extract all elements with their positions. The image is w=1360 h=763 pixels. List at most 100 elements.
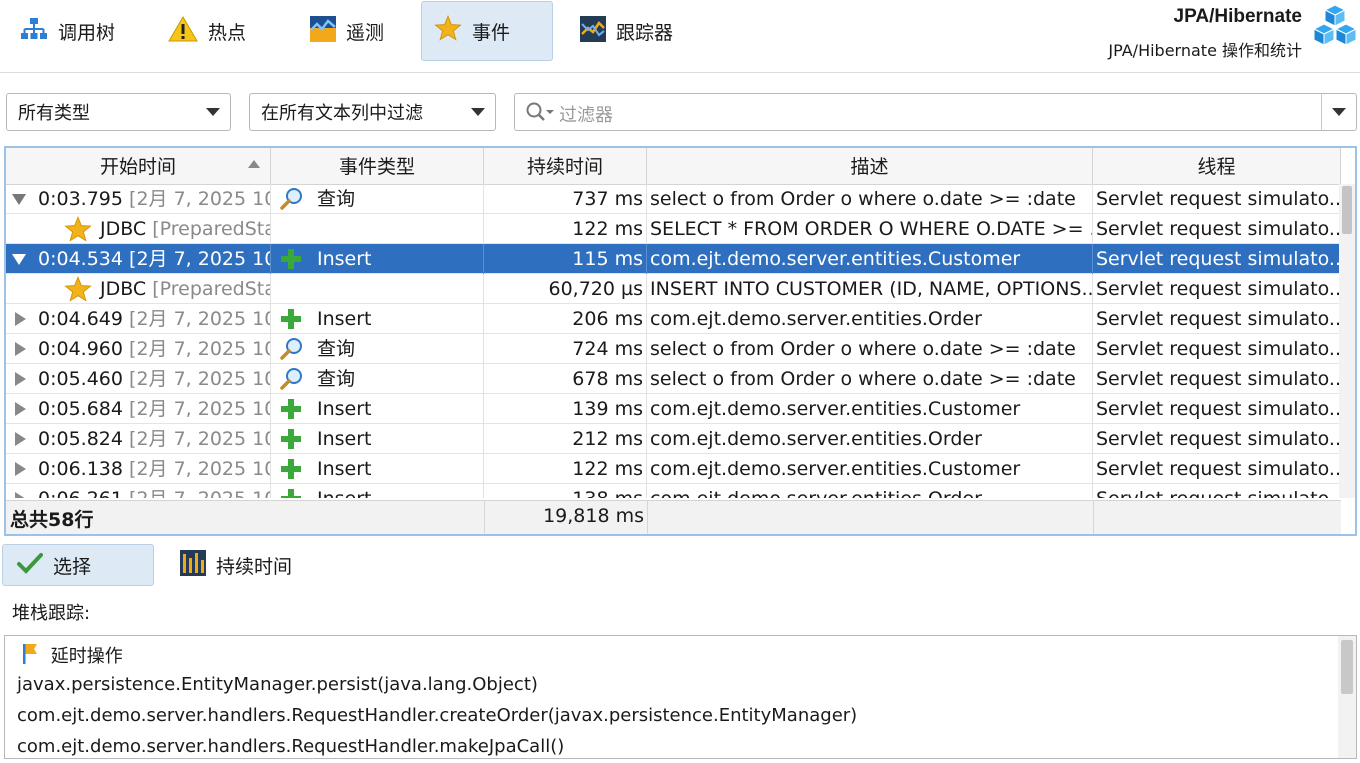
row-event-type: Insert: [317, 428, 372, 450]
row-start-text: 0:04.960 [2月 7, 2025 10...: [38, 334, 270, 364]
total-duration: 19,818 ms: [543, 505, 644, 527]
stack-scrollbar[interactable]: [1338, 636, 1356, 758]
cell-start-time: 0:03.795 [2月 7, 2025 10...: [6, 184, 271, 214]
row-start-text: 0:03.795 [2月 7, 2025 10...: [38, 184, 270, 214]
cell-thread: Servlet request simulato...: [1093, 454, 1341, 484]
cell-description: select o from Order o where o.date >= :d…: [647, 364, 1093, 394]
row-event-type: 查询: [317, 368, 356, 390]
column-header-duration[interactable]: 持续时间: [484, 148, 647, 184]
search-icon[interactable]: [525, 101, 555, 127]
row-start-date: [2月 7, 2025 10...: [129, 308, 270, 330]
tab-events[interactable]: 事件: [421, 1, 553, 61]
row-start-text: 0:05.824 [2月 7, 2025 10...: [38, 424, 270, 454]
row-start-text: 0:04.649 [2月 7, 2025 10...: [38, 304, 270, 334]
table-row[interactable]: 0:05.460 [2月 7, 2025 10... 查询 678 msselect…: [6, 364, 1341, 394]
tab-duration[interactable]: 持续时间: [166, 544, 316, 586]
footer-divider: [1093, 501, 1094, 534]
insert-plus-icon: [279, 397, 303, 424]
filter-input[interactable]: 过滤器: [514, 93, 1357, 131]
row-event-name: JDBC: [100, 218, 147, 240]
cell-description: select o from Order o where o.date >= :d…: [647, 184, 1093, 214]
expand-open-icon[interactable]: [12, 194, 26, 205]
cell-event-type: Insert: [271, 484, 484, 498]
tab-trackers[interactable]: 跟踪器: [568, 2, 698, 60]
row-event-type: 查询: [317, 338, 356, 360]
cell-event-type: 查询: [271, 334, 484, 364]
table-row-child[interactable]: JDBC [PreparedStatement执行] 122 msSELECT *…: [6, 214, 1341, 244]
table-row-child[interactable]: JDBC [PreparedStatement执行] 60,720 µsINSER…: [6, 274, 1341, 304]
call-tree-icon: [20, 17, 48, 46]
insert-plus-icon: [279, 427, 303, 454]
expand-open-icon[interactable]: [12, 254, 26, 265]
column-header-thread[interactable]: 线程: [1093, 148, 1341, 184]
filter-scope-select-value: 在所有文本列中过滤: [261, 103, 423, 124]
row-start-time: 0:05.684: [38, 398, 123, 420]
tab-selection-label: 选择: [53, 555, 92, 578]
expand-closed-icon[interactable]: [15, 432, 26, 446]
stack-frame[interactable]: javax.persistence.EntityManager.persist(…: [17, 674, 538, 695]
row-event-type: Insert: [317, 458, 372, 480]
filter-history-dropdown-icon[interactable]: [1332, 108, 1346, 116]
row-start-time: 0:06.138: [38, 458, 123, 480]
cell-thread: Servlet request simulato...: [1093, 364, 1341, 394]
expand-closed-icon[interactable]: [15, 492, 26, 498]
cell-start-time: JDBC [PreparedStatement执行]: [6, 214, 271, 244]
expand-closed-icon[interactable]: [15, 402, 26, 416]
table-footer: 总共58行 19,818 ms: [6, 500, 1341, 534]
table-scrollbar[interactable]: [1339, 184, 1355, 498]
telemetry-icon: [310, 15, 336, 47]
stack-frame-text: 延时操作: [50, 646, 123, 667]
tab-call-tree[interactable]: 调用树: [8, 2, 138, 60]
table-row[interactable]: 0:04.960 [2月 7, 2025 10... 查询 724 msselect…: [6, 334, 1341, 364]
column-header-start-time[interactable]: 开始时间: [6, 148, 271, 184]
column-header-event-type[interactable]: 事件类型: [271, 148, 484, 184]
expand-closed-icon[interactable]: [15, 342, 26, 356]
tab-selection[interactable]: 选择: [2, 544, 154, 586]
row-start-text: 0:04.534 [2月 7, 2025 10...: [38, 244, 270, 274]
tab-telemetry[interactable]: 遥测: [298, 2, 408, 60]
expand-closed-icon[interactable]: [15, 462, 26, 476]
filter-scope-select[interactable]: 在所有文本列中过滤: [249, 93, 496, 131]
expand-closed-icon[interactable]: [15, 372, 26, 386]
stack-trace-label: 堆栈跟踪:: [12, 603, 91, 624]
cell-start-time: 0:06.261 [2月 7, 2025 10...: [6, 484, 271, 498]
column-header-label: 开始时间: [99, 156, 176, 178]
tab-telemetry-label: 遥测: [346, 21, 385, 44]
tab-call-tree-label: 调用树: [58, 21, 116, 44]
tab-duration-label: 持续时间: [216, 555, 293, 578]
table-row[interactable]: 0:06.138 [2月 7, 2025 10... Insert 122 msco…: [6, 454, 1341, 484]
row-start-time: 0:04.534: [38, 248, 123, 270]
table-row[interactable]: 0:04.649 [2月 7, 2025 10... Insert 206 msco…: [6, 304, 1341, 334]
cell-thread: Servlet request simulato...: [1093, 274, 1341, 304]
table-row[interactable]: 0:04.534 [2月 7, 2025 10... Insert 115 msco…: [6, 244, 1341, 274]
cell-duration: 115 ms: [484, 244, 647, 274]
table-row[interactable]: 0:06.261 [2月 7, 2025 10... Insert 138 msco…: [6, 484, 1341, 498]
stack-scrollbar-thumb[interactable]: [1341, 640, 1353, 694]
cell-event-type: Insert: [271, 394, 484, 424]
cell-event-type: [271, 214, 484, 244]
expand-closed-icon[interactable]: [15, 312, 26, 326]
stack-frame[interactable]: com.ejt.demo.server.handlers.RequestHand…: [17, 736, 564, 757]
query-icon: [279, 187, 305, 214]
chevron-down-icon: [471, 108, 485, 116]
total-rows: 总共58行: [10, 505, 93, 532]
tab-hotspots[interactable]: 热点: [156, 2, 266, 60]
flag-icon: [21, 643, 39, 670]
cell-description: SELECT * FROM ORDER O WHERE O.DATE >= ..…: [647, 214, 1093, 244]
table-scrollbar-thumb[interactable]: [1342, 186, 1352, 234]
cell-event-type: Insert: [271, 304, 484, 334]
stack-frame[interactable]: com.ejt.demo.server.handlers.RequestHand…: [17, 705, 857, 726]
column-header-description[interactable]: 描述: [647, 148, 1093, 184]
cell-thread: Servlet request simulato...: [1093, 244, 1341, 274]
table-row[interactable]: 0:05.684 [2月 7, 2025 10... Insert 139 msco…: [6, 394, 1341, 424]
cell-start-time: 0:04.534 [2月 7, 2025 10...: [6, 244, 271, 274]
table-row[interactable]: 0:03.795 [2月 7, 2025 10... 查询 737 msselect…: [6, 184, 1341, 214]
table-row[interactable]: 0:05.824 [2月 7, 2025 10... Insert 212 msco…: [6, 424, 1341, 454]
checkmark-icon: [17, 552, 43, 579]
stack-frame-deferred[interactable]: 延时操作: [21, 642, 123, 670]
table-body: 0:03.795 [2月 7, 2025 10...查询737 msselect…: [6, 184, 1341, 498]
cell-thread: Servlet request simulato...: [1093, 394, 1341, 424]
cell-event-type: Insert: [271, 424, 484, 454]
tab-events-label: 事件: [472, 21, 511, 44]
event-type-select[interactable]: 所有类型: [6, 93, 231, 131]
